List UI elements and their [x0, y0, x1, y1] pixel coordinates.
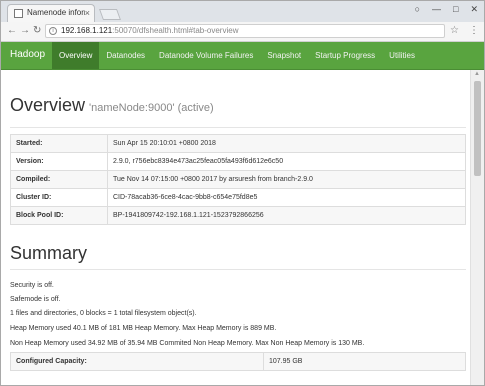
url-path: :50070/dfshealth.html#tab-overview [112, 26, 239, 35]
page-favicon-icon [14, 9, 23, 18]
nav-item-datanode-volume-failures[interactable]: Datanode Volume Failures [152, 42, 260, 69]
compiled-label: Compiled: [10, 170, 108, 189]
configured-capacity-label: Configured Capacity: [10, 352, 264, 371]
table-row: Version: 2.9.0, r756ebc8394e473ac25feac0… [10, 152, 466, 171]
close-window-icon[interactable]: ✕ [470, 3, 478, 15]
url-input[interactable]: i 192.168.1.121:50070/dfshealth.html#tab… [45, 24, 445, 38]
nav-item-utilities[interactable]: Utilities [382, 42, 422, 69]
heading-divider [10, 127, 466, 128]
maximize-icon[interactable]: □ [453, 3, 458, 15]
url-text: 192.168.1.121:50070/dfshealth.html#tab-o… [61, 26, 238, 35]
version-label: Version: [10, 152, 108, 171]
window-controls: ○ — □ ✕ [415, 3, 478, 15]
started-label: Started: [10, 134, 108, 153]
nav-item-startup-progress[interactable]: Startup Progress [308, 42, 382, 69]
browser-window: Namenode informatio × ○ — □ ✕ ← → ↻ i 19… [0, 0, 485, 386]
minimize-icon[interactable]: — [432, 3, 441, 15]
nav-item-snapshot[interactable]: Snapshot [260, 42, 308, 69]
non-heap-memory: Non Heap Memory used 34.92 MB of 35.94 M… [10, 340, 365, 347]
url-host: 192.168.1.121 [61, 26, 113, 35]
tab-strip: Namenode informatio × ○ — □ ✕ [1, 1, 484, 22]
summary-heading: Summary [10, 243, 88, 263]
table-row: Started: Sun Apr 15 20:10:01 +0800 2018 [10, 134, 466, 153]
tab-title: Namenode informatio [27, 8, 85, 17]
security-status: Security is off. [10, 282, 54, 289]
tab-close-icon[interactable]: × [85, 7, 90, 19]
overview-heading: Overview'nameNode:9000' (active) [10, 95, 214, 116]
star-icon[interactable]: ☆ [450, 25, 459, 37]
forward-icon[interactable]: → [20, 25, 30, 37]
site-info-icon[interactable]: i [49, 27, 57, 35]
block-pool-id-value: BP-1941809742-192.168.1.121-152379286625… [107, 206, 466, 225]
scroll-up-icon[interactable]: ▲ [474, 71, 480, 77]
nav-item-overview[interactable]: Overview [52, 42, 100, 69]
namenode-subtitle: 'nameNode:9000' (active) [89, 102, 214, 114]
filesystem-objects: 1 files and directories, 0 blocks = 1 to… [10, 310, 197, 317]
cluster-id-label: Cluster ID: [10, 188, 108, 207]
compiled-value: Tue Nov 14 07:15:00 +0800 2017 by arsure… [107, 170, 466, 189]
hadoop-navbar: Hadoop Overview Datanodes Datanode Volum… [1, 42, 484, 70]
block-pool-id-label: Block Pool ID: [10, 206, 108, 225]
version-value: 2.9.0, r756ebc8394e473ac25feac05fa493f6d… [107, 152, 466, 171]
cluster-id-value: CID-78acab36-6ce8-4cac-9bb8-c654e75fd8e5 [107, 188, 466, 207]
overview-table: Started: Sun Apr 15 20:10:01 +0800 2018 … [10, 134, 466, 225]
table-row: Cluster ID: CID-78acab36-6ce8-4cac-9bb8-… [10, 188, 466, 207]
reload-icon[interactable]: ↻ [33, 25, 41, 37]
browser-tab[interactable]: Namenode informatio × [7, 4, 95, 22]
table-row: Configured Capacity: 107.95 GB [10, 352, 466, 371]
capacity-table: Configured Capacity: 107.95 GB [10, 352, 466, 371]
table-row: Compiled: Tue Nov 14 07:15:00 +0800 2017… [10, 170, 466, 189]
menu-icon[interactable]: ⋮ [469, 25, 479, 37]
table-row: Block Pool ID: BP-1941809742-192.168.1.1… [10, 206, 466, 225]
new-tab-button[interactable] [98, 9, 122, 20]
brand-logo[interactable]: Hadoop [10, 49, 45, 60]
configured-capacity-value: 107.95 GB [263, 352, 466, 371]
safemode-status: Safemode is off. [10, 296, 61, 303]
heap-memory: Heap Memory used 40.1 MB of 181 MB Heap … [10, 325, 277, 332]
started-value: Sun Apr 15 20:10:01 +0800 2018 [107, 134, 466, 153]
address-toolbar: ← → ↻ i 192.168.1.121:50070/dfshealth.ht… [1, 22, 484, 42]
back-icon[interactable]: ← [7, 25, 17, 37]
summary-divider [10, 269, 466, 270]
scroll-thumb[interactable] [474, 81, 481, 176]
profile-icon[interactable]: ○ [415, 3, 420, 15]
page-content: Overview'nameNode:9000' (active) Started… [1, 70, 471, 385]
nav-item-datanodes[interactable]: Datanodes [99, 42, 152, 69]
overview-title: Overview [10, 95, 86, 115]
nav-menu: Overview Datanodes Datanode Volume Failu… [52, 42, 422, 69]
page-scrollbar[interactable]: ▲ [470, 70, 484, 385]
